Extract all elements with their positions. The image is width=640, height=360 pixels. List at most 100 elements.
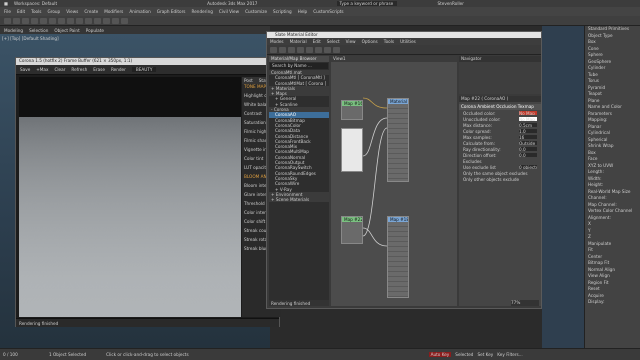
menu-item[interactable]: Modifiers (104, 9, 123, 14)
app-title: Autodesk 3ds Max 2017 (207, 1, 258, 6)
material-node[interactable]: Material #24 CoronaMtl (387, 98, 409, 182)
menu-item[interactable]: Civil View (219, 9, 239, 14)
node-socket[interactable] (388, 292, 408, 297)
menu-item[interactable]: Animation (129, 9, 150, 14)
menu-item[interactable]: Edit (17, 9, 25, 14)
parameter-editor: Map #22 ( CoronaAO ) Corona Ambient Occl… (459, 96, 541, 306)
mirror-icon[interactable] (85, 17, 92, 24)
ribbon-tab[interactable]: Object Paint (54, 28, 79, 33)
param-value[interactable]: 0.5cm (519, 123, 537, 127)
layout-children-icon[interactable] (333, 46, 340, 53)
to-max-button[interactable]: +Max (36, 67, 48, 72)
slate-menu-item[interactable]: Modes (270, 39, 284, 44)
menu-item[interactable]: File (4, 9, 11, 14)
bitmap-node[interactable]: Map #16 Bitmap (341, 100, 363, 120)
user-name[interactable]: StevenRoller (437, 1, 464, 6)
node-view[interactable]: View1 Map #16 Bitmap Material #24 Corona… (331, 56, 457, 306)
param-value[interactable]: Outside (519, 141, 537, 145)
material-node-2[interactable]: Map #18 (387, 216, 409, 298)
menu-item[interactable]: Group (47, 9, 60, 14)
ribbon-tab[interactable]: Modeling (4, 28, 23, 33)
param-value[interactable]: 0.0 (519, 153, 537, 157)
selected-select[interactable]: Selected (455, 352, 473, 357)
frame-buffer-status-text: Rendering finished (19, 320, 59, 326)
tab-post[interactable]: Post (244, 78, 253, 83)
render-element-select[interactable]: BEAUTY (131, 67, 157, 72)
slate-menu-item[interactable]: View (346, 39, 356, 44)
param-value[interactable]: 16 (519, 135, 537, 139)
show-map-icon[interactable] (315, 46, 322, 53)
slate-menu-item[interactable]: Select (327, 39, 340, 44)
slate-menu-item[interactable]: Tools (384, 39, 394, 44)
navigator-panel[interactable]: Navigator (459, 56, 541, 94)
browser-item[interactable]: CoronaMtl [ CoronaMtl ] (269, 75, 329, 80)
assign-icon[interactable] (288, 46, 295, 53)
frame-slider[interactable]: 0 / 100 (3, 352, 43, 357)
menu-item[interactable]: Customize (245, 9, 267, 14)
browser-search[interactable]: Search by Name ... (270, 63, 328, 69)
param-value[interactable]: 0.0 (519, 147, 537, 151)
move-icon[interactable] (49, 17, 56, 24)
undo-icon[interactable] (4, 17, 11, 24)
node-socket[interactable] (388, 174, 408, 179)
scale-icon[interactable] (67, 17, 74, 24)
param-label: Use exclude list (463, 164, 496, 170)
get-material-icon[interactable] (279, 46, 286, 53)
param-value[interactable]: 1.0 (519, 129, 537, 133)
snap-icon[interactable] (76, 17, 83, 24)
link-icon[interactable] (22, 17, 29, 24)
align-icon[interactable] (94, 17, 101, 24)
menu-item[interactable]: Scripting (273, 9, 292, 14)
param-value[interactable]: No Map (519, 111, 537, 115)
erase-button[interactable]: Erase (93, 67, 105, 72)
set-key-button[interactable]: Set Key (477, 352, 493, 357)
menu-item[interactable]: Rendering (192, 9, 213, 14)
viewport-right[interactable] (542, 26, 584, 348)
param-value[interactable]: 0 objects excluded (519, 165, 537, 169)
command-item[interactable]: Display: (585, 299, 640, 306)
redo-icon[interactable] (13, 17, 20, 24)
ribbon-tab[interactable]: Populate (86, 28, 104, 33)
render-setup-icon[interactable] (112, 17, 119, 24)
param-label: Only other objects exclude (463, 176, 520, 182)
bitmap-node-preview[interactable] (341, 128, 363, 172)
ao-node[interactable]: Map #22 CoronaAO (341, 216, 363, 244)
auto-key-button[interactable]: Auto Key (428, 352, 452, 357)
slate-menu-item[interactable]: Utilities (400, 39, 416, 44)
refresh-button[interactable]: Refresh (71, 67, 87, 72)
render-icon[interactable] (121, 17, 128, 24)
slate-status-text: Rendering finished (271, 300, 311, 306)
menu-item[interactable]: Views (66, 9, 78, 14)
menu-item[interactable]: Help (298, 9, 308, 14)
browser-item[interactable]: + Scene Materials (269, 197, 329, 203)
menu-item[interactable]: Graph Editors (157, 9, 186, 14)
rotate-icon[interactable] (58, 17, 65, 24)
slate-menu-item[interactable]: Options (362, 39, 378, 44)
param-label: Occluded color: (463, 110, 496, 116)
menu-item[interactable]: Tools (31, 9, 41, 14)
select-icon[interactable] (40, 17, 47, 24)
viewport-label[interactable]: [+] [Top] [Default Shading] (2, 36, 59, 41)
menu-item[interactable]: CustomScripts (313, 9, 343, 14)
slate-menu-item[interactable]: Edit (313, 39, 321, 44)
param-label: Excludes (463, 158, 482, 164)
menu-item[interactable]: Create (84, 9, 98, 14)
material-editor-icon[interactable] (103, 17, 110, 24)
ribbon-tab[interactable]: Selection (29, 28, 48, 33)
unlink-icon[interactable] (31, 17, 38, 24)
key-filters-button[interactable]: Key Filters... (497, 352, 522, 357)
pick-icon[interactable] (270, 46, 277, 53)
move-children-icon[interactable] (306, 46, 313, 53)
render-button[interactable]: Render (111, 67, 126, 72)
workspace-label[interactable]: Workspaces: Default (14, 1, 57, 6)
clear-button[interactable]: Clear (54, 67, 65, 72)
param-label: Max distance: (463, 122, 493, 128)
save-button[interactable]: Save (20, 67, 30, 72)
zoom-value[interactable]: 77% (511, 300, 539, 306)
layout-icon[interactable] (324, 46, 331, 53)
delete-icon[interactable] (297, 46, 304, 53)
param-value[interactable]: No Map (519, 117, 537, 121)
search-input[interactable]: Type a keyword or phrase (337, 1, 398, 6)
slate-menu-item[interactable]: Material (290, 39, 307, 44)
material-map-browser: Material/Map Browser Search by Name ... … (269, 56, 329, 306)
